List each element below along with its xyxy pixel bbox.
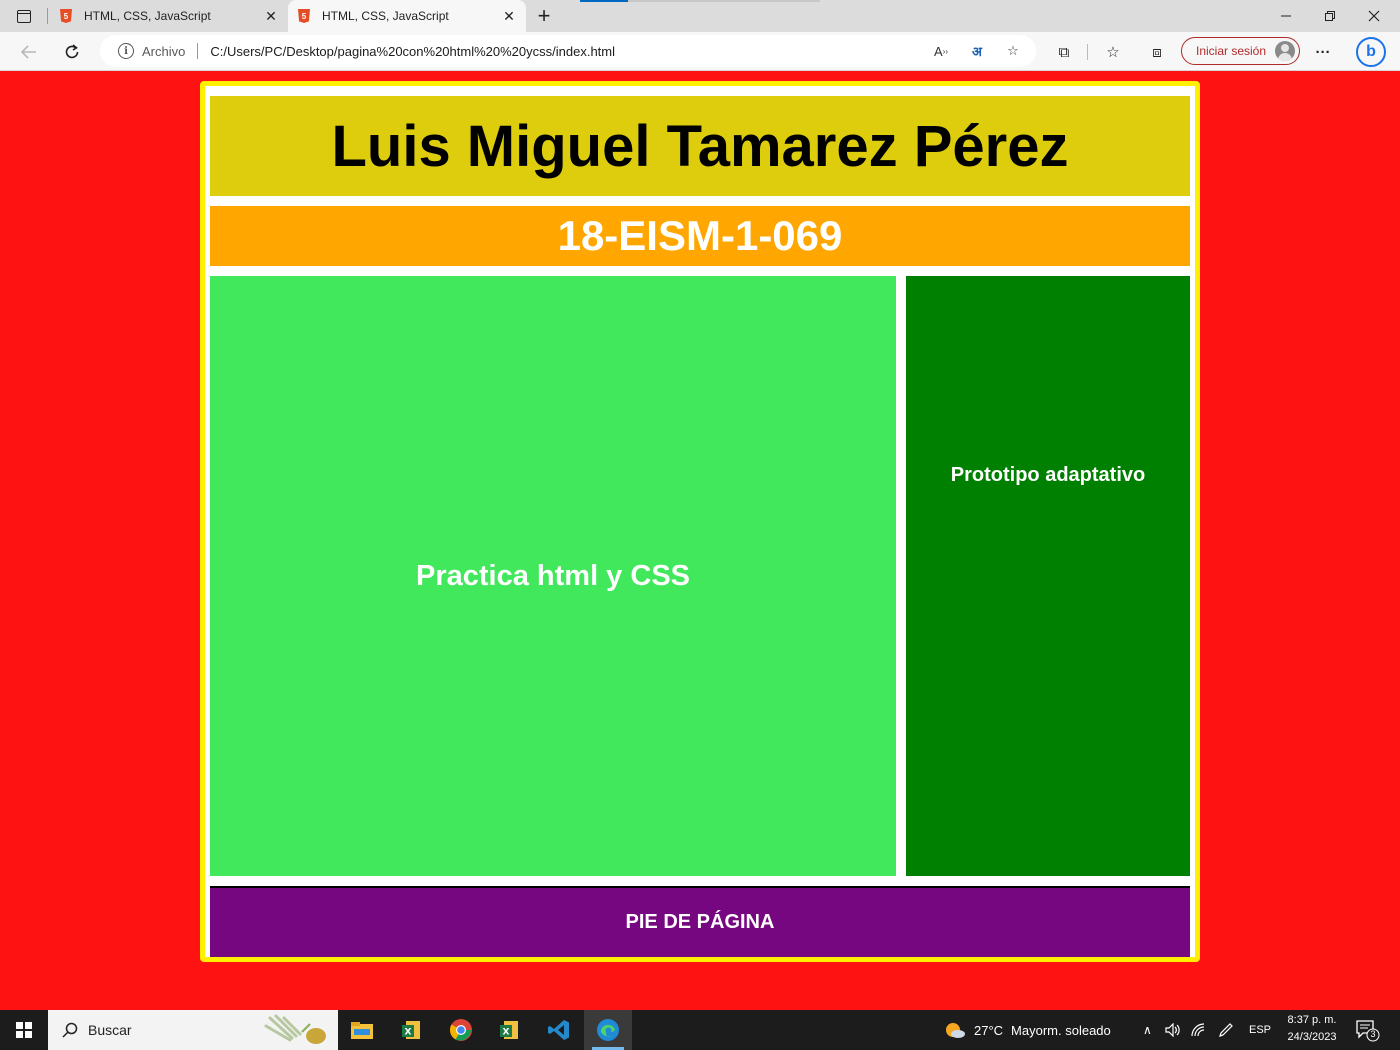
collections-icon[interactable]: ⧈ — [1144, 40, 1170, 64]
sign-in-label: Iniciar sesión — [1196, 44, 1267, 58]
edge-taskbar[interactable] — [584, 1010, 632, 1050]
translate-icon[interactable]: अ — [964, 38, 990, 64]
excel-taskbar[interactable]: X — [388, 1010, 436, 1050]
address-divider — [197, 43, 199, 59]
tab-title: HTML, CSS, JavaScript — [84, 9, 211, 23]
browser-tab[interactable]: 5 HTML, CSS, JavaScript ✕ — [50, 0, 288, 32]
page-container: Luis Miguel Tamarez Pérez 18-EISM-1-069 … — [200, 81, 1200, 962]
weather-desc: Mayorm. soleado — [1011, 1022, 1111, 1038]
page-footer: PIE DE PÁGINA — [210, 886, 1190, 957]
language-indicator[interactable]: ESP — [1249, 1010, 1271, 1050]
page-title: Luis Miguel Tamarez Pérez — [331, 113, 1069, 179]
add-favorite-icon[interactable]: ☆ — [1000, 38, 1026, 64]
notification-count: 3 — [1370, 1029, 1376, 1039]
aside-text: Prototipo adaptativo — [950, 464, 1146, 486]
tab-strip: 5 HTML, CSS, JavaScript ✕ 5 HTML, CSS, J… — [0, 0, 1400, 32]
browser-tab-active[interactable]: 5 HTML, CSS, JavaScript ✕ — [288, 0, 526, 32]
spreadsheet-icon: X — [500, 1021, 518, 1039]
clock-time: 8:37 p. m. — [1287, 1014, 1337, 1026]
info-icon[interactable]: i — [118, 43, 134, 59]
id-banner: 18-EISM-1-069 — [210, 206, 1190, 266]
clock-date: 24/3/2023 — [1287, 1031, 1337, 1043]
windows-icon — [16, 1022, 32, 1038]
folder-icon — [351, 1022, 373, 1039]
chrome-icon — [450, 1019, 472, 1041]
more-options-icon[interactable]: ··· — [1310, 40, 1336, 64]
notification-center-button[interactable]: 3 — [1354, 1018, 1380, 1042]
address-bar[interactable]: i Archivo C:/Users/PC/Desktop/pagina%20c… — [100, 35, 1036, 67]
minimize-button[interactable] — [1264, 0, 1308, 32]
avatar — [1275, 41, 1295, 61]
page-viewport: Luis Miguel Tamarez Pérez 18-EISM-1-069 … — [0, 71, 1400, 1010]
reload-button[interactable] — [59, 39, 85, 65]
wifi-icon — [1191, 1023, 1205, 1037]
svg-text:X: X — [405, 1028, 412, 1038]
student-id: 18-EISM-1-069 — [557, 212, 843, 259]
network-icon[interactable] — [1191, 1010, 1207, 1050]
taskbar: Buscar X X 27°C Mayorm. soleado ∧ ESP 8:… — [0, 1010, 1400, 1050]
start-button[interactable] — [0, 1010, 48, 1050]
aside-section: Prototipo adaptativo — [906, 276, 1190, 876]
loading-indicator — [580, 0, 820, 2]
chrome-taskbar[interactable] — [437, 1010, 485, 1050]
read-aloud-icon[interactable]: A ›› — [928, 38, 954, 64]
footer-text: PIE DE PÁGINA — [625, 911, 775, 933]
close-window-button[interactable] — [1352, 0, 1396, 32]
favorites-icon[interactable]: ☆ — [1100, 40, 1126, 64]
extensions-icon[interactable]: ⧉ — [1051, 40, 1077, 64]
taskbar-search[interactable]: Buscar — [48, 1010, 338, 1050]
vscode-icon — [548, 1020, 569, 1040]
minimize-icon — [1281, 15, 1291, 17]
weather-widget[interactable]: 27°C Mayorm. soleado — [944, 1010, 1111, 1050]
sign-in-button[interactable]: Iniciar sesión — [1181, 37, 1300, 65]
restore-icon — [1325, 11, 1335, 21]
html5-icon: 5 — [60, 9, 72, 23]
tab-actions-button[interactable] — [8, 4, 40, 28]
html5-icon: 5 — [298, 9, 310, 23]
main-section: Practica html y CSS — [210, 276, 896, 876]
weather-temp: 27°C — [974, 1022, 1004, 1038]
toolbar-divider — [1087, 44, 1088, 60]
tray-overflow-icon[interactable]: ∧ — [1143, 1010, 1152, 1050]
clock[interactable]: 8:37 p. m. 24/3/2023 — [1276, 1012, 1348, 1046]
svg-text:X: X — [503, 1028, 510, 1038]
volume-icon[interactable] — [1165, 1010, 1181, 1050]
address-scheme: Archivo — [142, 43, 186, 59]
address-url[interactable]: C:/Users/PC/Desktop/pagina%20con%20html%… — [210, 44, 928, 59]
vscode-taskbar[interactable] — [535, 1010, 583, 1050]
new-tab-button[interactable]: + — [532, 4, 556, 28]
main-text: Practica html y CSS — [416, 559, 690, 592]
page-header: Luis Miguel Tamarez Pérez — [210, 96, 1190, 196]
restore-button[interactable] — [1308, 0, 1352, 32]
pen-workspace-icon — [1219, 1023, 1233, 1037]
spreadsheet-icon: X — [402, 1021, 420, 1039]
browser-toolbar: i Archivo C:/Users/PC/Desktop/pagina%20c… — [0, 32, 1400, 71]
reload-icon — [65, 44, 79, 59]
pen-icon[interactable] — [1218, 1010, 1234, 1050]
search-icon — [62, 1022, 78, 1038]
close-tab-icon[interactable]: ✕ — [498, 5, 520, 27]
search-placeholder: Buscar — [88, 1022, 132, 1038]
close-tab-icon[interactable]: ✕ — [260, 5, 282, 27]
back-button[interactable] — [16, 39, 42, 65]
bing-icon[interactable]: b — [1356, 37, 1386, 67]
partly-sunny-icon — [946, 1023, 965, 1038]
tab-separator — [47, 8, 48, 24]
back-arrow-icon — [21, 45, 36, 59]
file-explorer-taskbar[interactable] — [338, 1010, 386, 1050]
excel-2-taskbar[interactable]: X — [486, 1010, 534, 1050]
tab-actions-icon — [17, 9, 31, 23]
tab-title: HTML, CSS, JavaScript — [322, 9, 449, 23]
close-icon — [1368, 10, 1380, 22]
search-highlight-icon — [264, 1014, 326, 1044]
speaker-icon — [1165, 1023, 1180, 1037]
edge-icon — [597, 1019, 619, 1041]
